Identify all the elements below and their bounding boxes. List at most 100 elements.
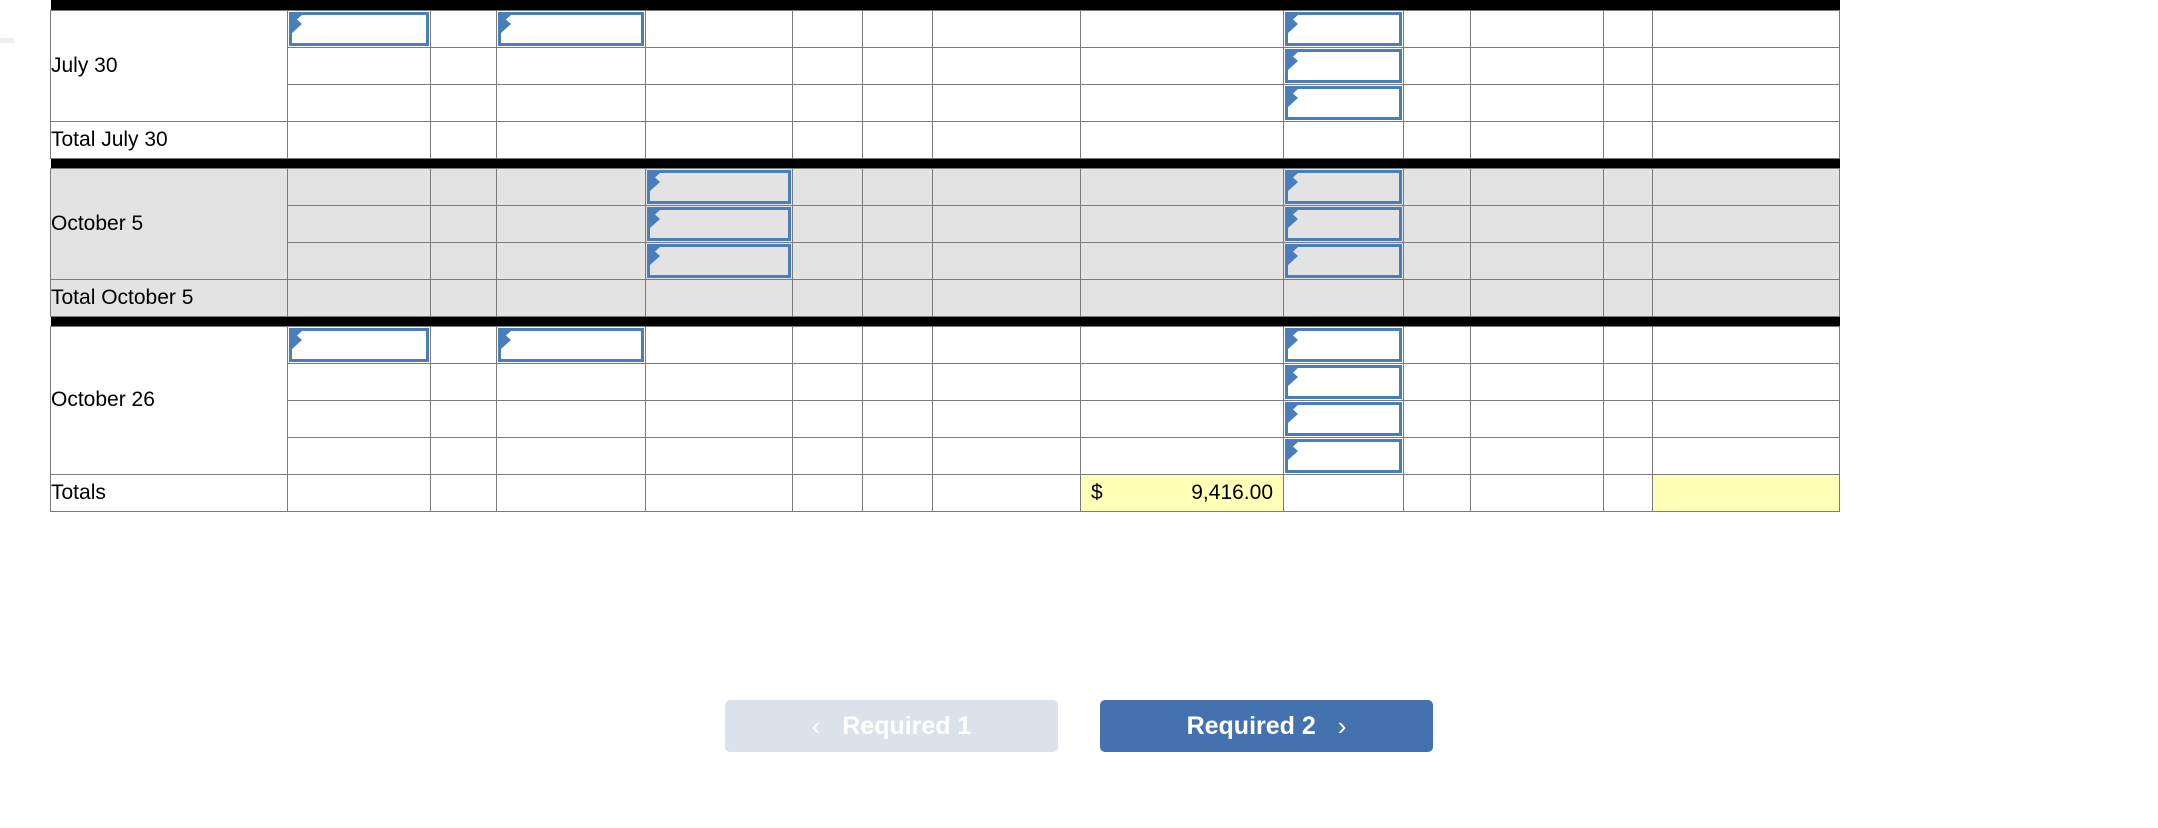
grid-cell[interactable] bbox=[792, 120, 863, 159]
grid-cell[interactable] bbox=[430, 362, 497, 401]
grid-cell[interactable] bbox=[1080, 325, 1284, 364]
grid-cell[interactable] bbox=[932, 325, 1081, 364]
grid-cell[interactable] bbox=[645, 362, 793, 401]
grid-cell[interactable] bbox=[1283, 473, 1404, 512]
grid-cell[interactable] bbox=[1652, 83, 1840, 122]
grid-cell[interactable] bbox=[1652, 46, 1840, 85]
grid-cell[interactable] bbox=[496, 473, 646, 512]
grid-cell[interactable] bbox=[1652, 241, 1840, 280]
grid-cell[interactable] bbox=[430, 120, 497, 159]
grid-cell[interactable] bbox=[287, 399, 431, 438]
required-2-button[interactable]: Required 2 › bbox=[1100, 700, 1433, 752]
grid-cell[interactable] bbox=[430, 204, 497, 243]
grid-cell[interactable] bbox=[1403, 46, 1471, 85]
grid-cell[interactable] bbox=[645, 436, 793, 475]
total-amount-cell[interactable] bbox=[1652, 278, 1840, 317]
text-input[interactable] bbox=[498, 11, 644, 46]
grid-cell[interactable] bbox=[932, 120, 1081, 159]
grid-cell[interactable] bbox=[1403, 325, 1471, 364]
grid-cell[interactable] bbox=[496, 399, 646, 438]
text-input[interactable] bbox=[1285, 11, 1402, 46]
grid-cell[interactable] bbox=[1603, 362, 1653, 401]
grid-cell[interactable] bbox=[1652, 167, 1840, 206]
grid-cell[interactable] bbox=[932, 46, 1081, 85]
grid-cell[interactable] bbox=[1603, 436, 1653, 475]
grid-cell[interactable] bbox=[1403, 473, 1471, 512]
text-input[interactable] bbox=[1285, 206, 1402, 241]
text-input[interactable] bbox=[647, 243, 791, 278]
grid-cell[interactable] bbox=[1470, 399, 1604, 438]
grid-cell[interactable] bbox=[1603, 83, 1653, 122]
grid-cell[interactable] bbox=[932, 399, 1081, 438]
grid-cell[interactable] bbox=[792, 83, 863, 122]
input-cell[interactable] bbox=[645, 241, 793, 280]
grid-cell[interactable] bbox=[1603, 473, 1653, 512]
grand-total-final-cell[interactable] bbox=[1652, 473, 1840, 512]
grid-cell[interactable] bbox=[645, 473, 793, 512]
grid-cell[interactable] bbox=[1603, 46, 1653, 85]
grid-cell[interactable] bbox=[1652, 436, 1840, 475]
grid-cell[interactable] bbox=[1080, 436, 1284, 475]
grid-cell[interactable] bbox=[932, 167, 1081, 206]
grid-cell[interactable] bbox=[1403, 399, 1471, 438]
required-1-button[interactable]: ‹ Required 1 bbox=[725, 700, 1058, 752]
input-cell[interactable] bbox=[1283, 9, 1404, 48]
grid-cell[interactable] bbox=[430, 167, 497, 206]
grid-cell[interactable] bbox=[1080, 46, 1284, 85]
grid-cell[interactable] bbox=[1603, 120, 1653, 159]
grid-cell[interactable] bbox=[287, 83, 431, 122]
text-input[interactable] bbox=[1285, 364, 1402, 399]
grid-cell[interactable] bbox=[862, 9, 933, 48]
grid-cell[interactable] bbox=[1470, 83, 1604, 122]
grid-cell[interactable] bbox=[1080, 241, 1284, 280]
grid-cell[interactable] bbox=[792, 241, 863, 280]
grid-cell[interactable] bbox=[287, 278, 431, 317]
input-cell[interactable] bbox=[645, 167, 793, 206]
grid-cell[interactable] bbox=[932, 362, 1081, 401]
text-input[interactable] bbox=[1285, 438, 1402, 473]
grid-cell[interactable] bbox=[1652, 362, 1840, 401]
grid-cell[interactable] bbox=[645, 278, 793, 317]
input-cell[interactable] bbox=[287, 325, 431, 364]
input-cell[interactable] bbox=[1283, 436, 1404, 475]
grid-cell[interactable] bbox=[496, 167, 646, 206]
grid-cell[interactable] bbox=[1403, 278, 1471, 317]
grid-cell[interactable] bbox=[862, 83, 933, 122]
grid-cell[interactable] bbox=[792, 362, 863, 401]
grid-cell[interactable] bbox=[862, 436, 933, 475]
text-input[interactable] bbox=[647, 169, 791, 204]
grid-cell[interactable] bbox=[862, 120, 933, 159]
text-input[interactable] bbox=[289, 327, 429, 362]
grid-cell[interactable] bbox=[287, 120, 431, 159]
grid-cell[interactable] bbox=[496, 83, 646, 122]
grid-cell[interactable] bbox=[496, 204, 646, 243]
grid-cell[interactable] bbox=[862, 399, 933, 438]
grid-cell[interactable] bbox=[287, 167, 431, 206]
grid-cell[interactable] bbox=[792, 167, 863, 206]
grid-cell[interactable] bbox=[792, 436, 863, 475]
grid-cell[interactable] bbox=[496, 241, 646, 280]
grid-cell[interactable] bbox=[862, 473, 933, 512]
grid-cell[interactable] bbox=[645, 83, 793, 122]
text-input[interactable] bbox=[1285, 401, 1402, 436]
total-amount-cell[interactable] bbox=[1080, 278, 1284, 317]
grid-cell[interactable] bbox=[287, 362, 431, 401]
grid-cell[interactable] bbox=[1470, 9, 1604, 48]
grid-cell[interactable] bbox=[430, 83, 497, 122]
grid-cell[interactable] bbox=[287, 46, 431, 85]
grid-cell[interactable] bbox=[430, 241, 497, 280]
grid-cell[interactable] bbox=[645, 325, 793, 364]
grid-cell[interactable] bbox=[496, 362, 646, 401]
input-cell[interactable] bbox=[1283, 362, 1404, 401]
grid-cell[interactable] bbox=[1603, 278, 1653, 317]
input-cell[interactable] bbox=[1283, 83, 1404, 122]
grid-cell[interactable] bbox=[862, 204, 933, 243]
grid-cell[interactable] bbox=[496, 436, 646, 475]
total-amount-cell[interactable] bbox=[1652, 120, 1840, 159]
input-cell[interactable] bbox=[287, 9, 431, 48]
grid-cell[interactable] bbox=[430, 278, 497, 317]
grid-cell[interactable] bbox=[792, 204, 863, 243]
grid-cell[interactable] bbox=[287, 204, 431, 243]
grid-cell[interactable] bbox=[1652, 9, 1840, 48]
text-input[interactable] bbox=[1285, 85, 1402, 120]
